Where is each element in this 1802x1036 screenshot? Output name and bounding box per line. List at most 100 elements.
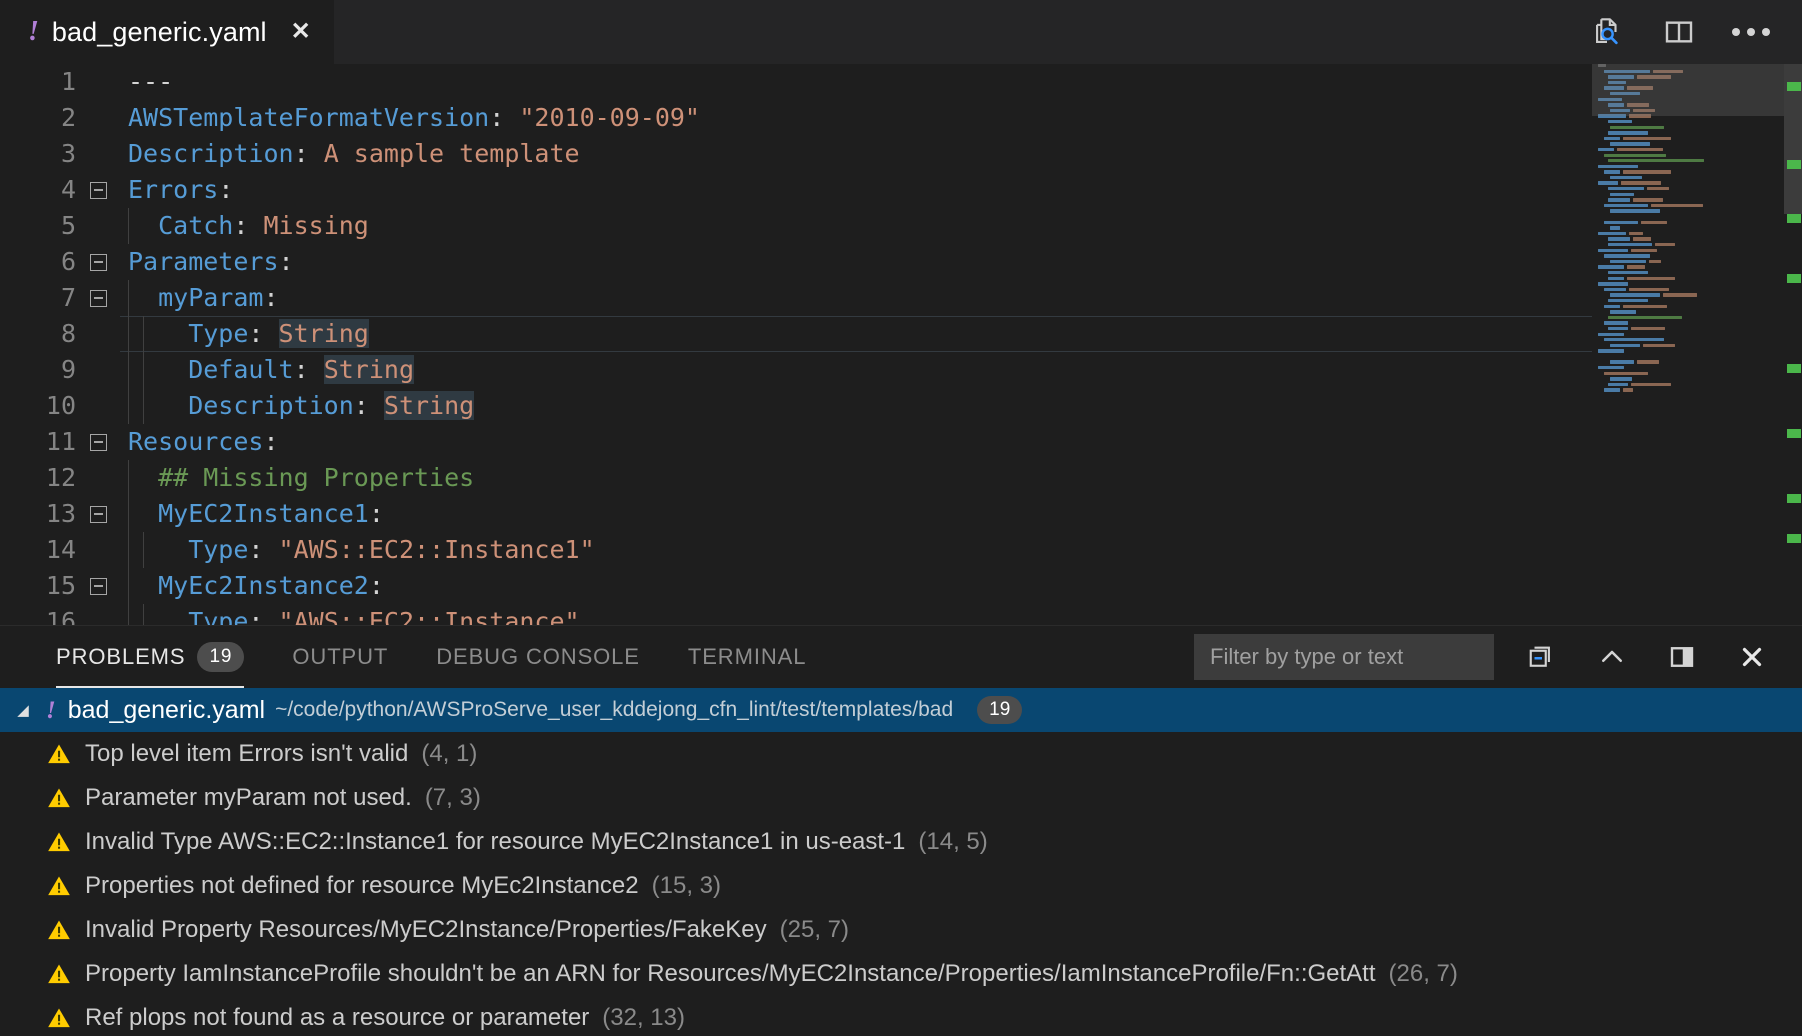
panel-tab-terminal[interactable]: TERMINAL [688,626,806,688]
problems-filter[interactable] [1194,634,1494,680]
indent-guide [143,316,144,352]
minimap-token [1610,360,1634,364]
fold-collapse-icon[interactable] [76,433,120,451]
line-number: 4 [60,175,76,204]
tab-label: bad_generic.yaml [51,16,267,47]
code-token: Missing [263,211,369,240]
code-token: myParam [128,283,264,312]
filter-input[interactable] [1208,643,1480,671]
code-token: : [263,427,279,456]
close-panel-icon[interactable] [1732,637,1772,677]
problem-row[interactable]: Invalid Property Resources/MyEC2Instance… [0,908,1802,952]
minimap-token [1610,377,1632,381]
minimap-slider[interactable] [1592,64,1802,116]
overview-warning-mark [1787,429,1801,438]
minimap-token [1598,147,1614,152]
code-line-text: MyEC2Instance1: [120,496,1592,532]
panel-tab-label: TERMINAL [687,644,807,669]
fold-collapse-icon[interactable] [76,181,120,199]
fold-collapse-icon[interactable] [76,577,120,595]
minimap-token [1617,147,1663,152]
problem-message: Parameter myParam not used. [85,784,412,811]
chevron-up-icon[interactable] [1592,637,1632,677]
fold-collapse-icon[interactable] [76,253,120,271]
problem-row[interactable]: Property IamInstanceProfile shouldn't be… [0,952,1802,996]
minimap-token [1604,153,1666,157]
code-token: Type [128,319,249,348]
problem-row[interactable]: Ref plops not found as a resource or par… [0,996,1802,1036]
problem-position: (7, 3) [424,784,481,811]
code-line[interactable]: 14 Type: "AWS::EC2::Instance1" [0,532,1592,568]
code-line[interactable]: 10 Description: String [0,388,1592,424]
problem-row[interactable]: Top level item Errors isn't valid (4, 1) [0,732,1802,776]
minimap-token [1604,321,1628,325]
code-line[interactable]: 5 Catch: Missing [0,208,1592,244]
problem-row[interactable]: Parameter myParam not used. (7, 3) [0,776,1802,820]
overview-ruler[interactable] [1784,64,1802,625]
minimap-token [1608,187,1644,191]
minimap-token [1608,159,1704,163]
code-line[interactable]: 16 Type: "AWS::EC2::Instance" [0,604,1592,625]
maximize-panel-icon[interactable] [1662,637,1702,677]
minimap[interactable] [1592,64,1802,625]
code-line[interactable]: 12 ## Missing Properties [0,460,1592,496]
minimap-token [1604,371,1648,376]
problem-rows: Top level item Errors isn't valid (4, 1) P… [0,732,1802,1036]
code-line[interactable]: 7 myParam: [0,280,1592,316]
warning-icon [46,961,72,987]
minimap-token [1633,198,1663,202]
chevron-down-icon[interactable]: ◢ [10,701,36,719]
minimap-token [1651,203,1703,208]
code-line[interactable]: 8 Type: String [0,316,1592,352]
problems-list[interactable]: ◢ ! bad_generic.yaml ~/code/python/AWSPr… [0,688,1802,1036]
code-editor[interactable]: 1 --- 2 AWSTemplateFormatVersion: "2010-09-… [0,64,1592,625]
code-line[interactable]: 6 Parameters: [0,244,1592,280]
code-line[interactable]: 13 MyEC2Instance1: [0,496,1592,532]
problems-file-row[interactable]: ◢ ! bad_generic.yaml ~/code/python/AWSPr… [0,688,1802,732]
fold-collapse-icon[interactable] [76,289,120,307]
panel-tab-debug-console[interactable]: DEBUG CONSOLE [436,626,640,688]
line-number: 3 [60,139,76,168]
code-token: Catch [128,211,234,240]
minimap-token [1610,293,1660,297]
problem-row[interactable]: Properties not defined for resource MyEc… [0,864,1802,908]
code-line[interactable]: 3 Description: A sample template [0,136,1592,172]
close-icon[interactable]: ✕ [288,20,314,44]
line-number: 5 [60,211,76,240]
panel-tab-output[interactable]: OUTPUT [292,626,388,688]
editor-actions [1586,0,1802,64]
code-line[interactable]: 11 Resources: [0,424,1592,460]
minimap-token [1608,298,1648,303]
code-line[interactable]: 9 Default: String [0,352,1592,388]
collapse-all-icon[interactable] [1522,637,1562,677]
code-line[interactable]: 15 MyEc2Instance2: [0,568,1592,604]
editor-tab-bad-generic-yaml[interactable]: ! bad_generic.yaml ✕ [0,0,335,64]
code-line-text: Errors: [120,172,1592,208]
panel-tab-list: PROBLEMS 19 OUTPUT DEBUG CONSOLE TERMINAL [56,626,854,688]
more-actions-icon[interactable] [1730,11,1772,53]
indent-guide [143,352,144,388]
problem-message: Ref plops not found as a resource or par… [85,1004,590,1031]
minimap-token [1610,343,1640,348]
warning-icon [46,917,72,943]
line-number: 10 [45,391,76,420]
problem-row[interactable]: Invalid Type AWS::EC2::Instance1 for res… [0,820,1802,864]
panel-tab-problems[interactable]: PROBLEMS 19 [56,626,245,688]
problem-position: (25, 7) [779,916,850,943]
minimap-token [1604,254,1650,258]
minimap-token [1627,265,1645,269]
code-token: Type [128,535,249,564]
problem-message: Property IamInstanceProfile shouldn't be… [85,960,1376,987]
problem-message: Top level item Errors isn't valid [85,740,409,767]
open-preview-icon[interactable] [1586,11,1628,53]
minimap-token [1598,181,1618,185]
unsaved-marker-icon: ! [46,696,56,724]
fold-collapse-icon[interactable] [76,505,120,523]
code-line[interactable]: 4 Errors: [0,172,1592,208]
minimap-token [1598,164,1638,169]
code-token: "AWS::EC2::Instance1" [278,535,595,564]
code-line[interactable]: 1 --- [0,64,1592,100]
code-line[interactable]: 2 AWSTemplateFormatVersion: "2010-09-09" [0,100,1592,136]
split-editor-icon[interactable] [1658,11,1700,53]
